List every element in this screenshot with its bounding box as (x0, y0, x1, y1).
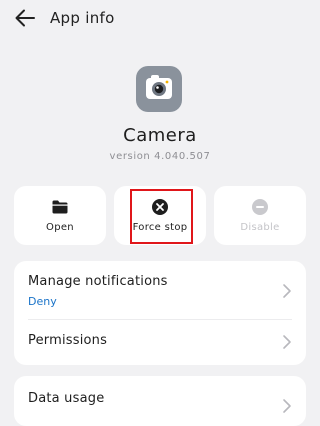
manage-notifications-title: Manage notifications (28, 274, 168, 289)
settings-card: Manage notifications Deny Permissions (14, 261, 306, 365)
open-button[interactable]: Open (14, 186, 106, 245)
data-usage-row[interactable]: Data usage (14, 376, 306, 426)
camera-icon (136, 66, 182, 112)
open-label: Open (46, 222, 74, 233)
data-usage-title: Data usage (28, 391, 105, 406)
permissions-row[interactable]: Permissions (14, 320, 306, 365)
data-usage-card: Data usage (14, 376, 306, 426)
notifications-status: Deny (28, 295, 57, 308)
page-title: App info (50, 9, 115, 27)
highlight-box (130, 189, 193, 244)
chevron-right-icon (283, 284, 291, 298)
disable-label: Disable (240, 222, 280, 233)
chevron-right-icon (283, 335, 291, 349)
permissions-title: Permissions (28, 333, 108, 348)
folder-icon (52, 200, 68, 214)
top-app-bar: App info (0, 0, 320, 38)
arrow-left-icon[interactable] (14, 8, 36, 28)
disable-button[interactable]: Disable (214, 186, 306, 245)
manage-notifications-row[interactable]: Manage notifications Deny (14, 261, 306, 319)
app-name: Camera (123, 125, 197, 146)
app-version: version 4.040.507 (109, 151, 211, 162)
minus-circle-icon (252, 199, 268, 215)
